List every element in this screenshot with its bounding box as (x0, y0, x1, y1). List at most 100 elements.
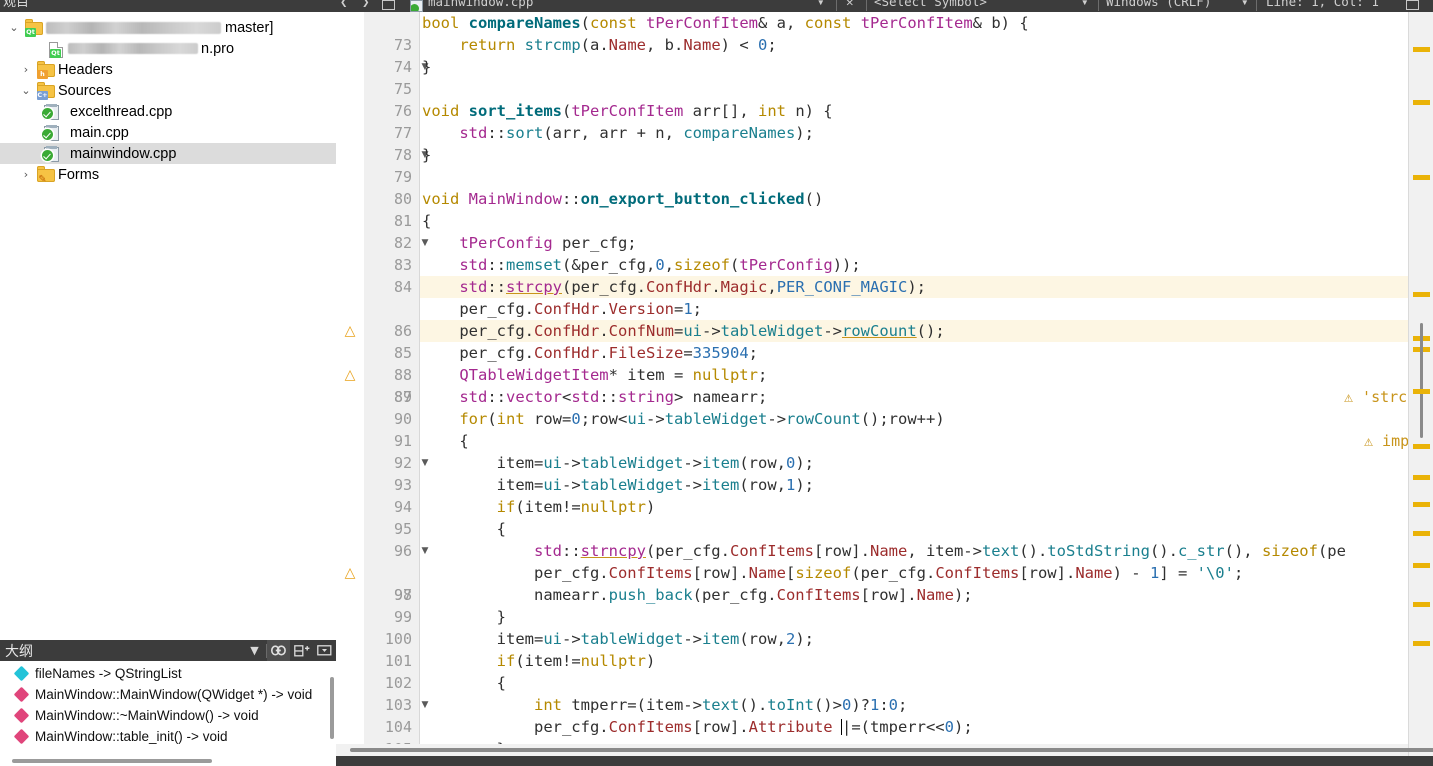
code-text: if(item!=nullptr) (496, 652, 656, 670)
code-line[interactable]: 102 ▼ if(item!=nullptr) (336, 650, 1433, 710)
code-line-warning[interactable]: △ 87 per_cfg.ConfHdr.ConfNum=ui->tableWi… (336, 320, 1433, 450)
code-line[interactable]: 96 { (336, 518, 1433, 560)
split-editor-button[interactable] (382, 0, 395, 10)
code-line[interactable]: 99 namearr.push_back(per_cfg.ConfItems[r… (336, 584, 1433, 626)
maximize-editor-button[interactable] (1406, 0, 1419, 10)
editor-overview-scrollbar[interactable] (1408, 12, 1433, 766)
outline-hscroll-track[interactable] (0, 755, 336, 766)
line-ending-dropdown-icon[interactable]: ▾ (1241, 0, 1249, 9)
code-line[interactable]: 104 int tmperr=(item->text().toInt()>0)?… (336, 694, 1433, 736)
code-line[interactable]: 73 ▼ bool compareNames(const tPerConfIte… (336, 12, 1433, 72)
tree-row-pro-file[interactable]: › Qt n.pro (0, 38, 336, 59)
project-tree[interactable]: ⌄ Qt master] › Qt n.pro › h (0, 12, 336, 640)
code-text: item=ui->tableWidget->item(row,2); (496, 630, 815, 648)
link-icon[interactable] (267, 640, 290, 661)
outline-vertical-scrollbar[interactable] (330, 677, 334, 739)
overview-warning-marker[interactable] (1413, 641, 1430, 646)
open-document-name[interactable]: mainwindow.cpp (428, 0, 533, 9)
outline-item-label: MainWindow::~MainWindow() -> void (35, 708, 259, 723)
code-text: per_cfg.ConfHdr.ConfNum=ui->tableWidget-… (459, 322, 945, 340)
code-text: per_cfg.ConfHdr.FileSize=335904; (459, 344, 758, 362)
outline-item[interactable]: fileNames -> QStringList (0, 663, 336, 684)
tree-row-main-cpp[interactable]: main.cpp (0, 122, 336, 143)
overview-warning-marker[interactable] (1413, 389, 1430, 394)
line-ending-selector[interactable]: Windows (CRLF) (1106, 0, 1211, 9)
code-line[interactable]: 93 item=ui->tableWidget->item(row,0); (336, 452, 1433, 494)
code-line[interactable]: 79 } (336, 144, 1433, 186)
no-chevron-icon: › (26, 43, 46, 54)
sync-selection-icon[interactable] (290, 640, 313, 661)
code-editor[interactable]: 73 ▼ bool compareNames(const tPerConfIte… (336, 12, 1433, 766)
code-line[interactable]: 103 { (336, 672, 1433, 714)
overview-warning-marker[interactable] (1413, 531, 1430, 536)
overview-warning-marker[interactable] (1413, 47, 1430, 52)
outline-list[interactable]: fileNames -> QStringList MainWindow::Mai… (0, 661, 336, 766)
code-line[interactable]: 95 ▼ if(item!=nullptr) (336, 496, 1433, 556)
outline-dropdown-icon[interactable]: ▼ (243, 640, 266, 661)
code-line[interactable]: 91 ▼ for(int row=0;row<ui->tableWidget->… (336, 408, 1433, 468)
outline-item[interactable]: MainWindow::table_init() -> void (0, 726, 336, 747)
code-line[interactable]: 76 (336, 78, 1433, 120)
tree-row-headers[interactable]: › h Headers (0, 59, 336, 80)
code-line[interactable]: 77 ▼ void sort_items(tPerConfItem arr[],… (336, 100, 1433, 160)
code-text: int tmperr=(item->text().toInt()>0)?1:0; (533, 696, 908, 714)
code-line[interactable]: 74 return strcmp(a.Name, b.Name) < 0; (336, 34, 1433, 76)
outline-item[interactable]: MainWindow::MainWindow(QWidget *) -> voi… (0, 684, 336, 705)
nav-back-icon[interactable]: ❮ (340, 0, 348, 9)
code-line[interactable]: 84 std::memset(&per_cfg,0,sizeof(tPerCon… (336, 254, 1433, 296)
code-line[interactable]: 92 { (336, 430, 1433, 472)
overview-warning-marker[interactable] (1413, 602, 1430, 607)
code-line-warning[interactable]: △ 85 std::strcpy(per_cfg.ConfHdr.Magic,P… (336, 276, 1433, 406)
tree-row-sources[interactable]: ⌄ C+ Sources (0, 80, 336, 101)
outline-item[interactable]: MainWindow::~MainWindow() -> void (0, 705, 336, 726)
panel-menu-icon[interactable] (313, 640, 336, 661)
code-line[interactable]: 82 { (336, 210, 1433, 252)
nav-forward-icon[interactable]: ❯ (362, 0, 370, 9)
code-line[interactable]: 101 item=ui->tableWidget->item(row,2); (336, 628, 1433, 670)
tree-row-forms[interactable]: › ✎ Forms (0, 164, 336, 185)
overview-warning-marker[interactable] (1413, 563, 1430, 568)
code-line[interactable]: 80 (336, 166, 1433, 208)
code-line[interactable]: 89 QTableWidgetItem* item = nullptr; (336, 364, 1433, 406)
overview-warning-marker[interactable] (1413, 444, 1430, 449)
editor-horizontal-scrollbar[interactable] (350, 748, 1433, 752)
code-lines[interactable]: 73 ▼ bool compareNames(const tPerConfIte… (336, 12, 1433, 766)
overview-warning-marker[interactable] (1413, 502, 1430, 507)
code-text: std::vector<std::string> namearr; (459, 388, 768, 406)
tree-row-excelthread-cpp[interactable]: excelthread.cpp (0, 101, 336, 122)
chevron-right-icon[interactable]: › (16, 169, 36, 180)
overview-warning-marker[interactable] (1413, 292, 1430, 297)
code-line[interactable]: 86 per_cfg.ConfHdr.Version=1; (336, 298, 1433, 340)
code-line-warning[interactable]: △ 97 std::strncpy(per_cfg.ConfItems[row]… (336, 540, 1433, 604)
outline-horizontal-scrollbar[interactable] (12, 759, 212, 763)
code-text: std::strncpy(per_cfg.ConfItems[row].Name… (533, 542, 1346, 560)
projects-panel-toolbar[interactable]: 观目 (0, 0, 336, 12)
document-dropdown-icon[interactable]: ▾ (817, 0, 825, 9)
tree-row-project-root[interactable]: ⌄ Qt master] (0, 17, 336, 38)
code-line[interactable]: 81 ▼ void MainWindow::on_export_button_c… (336, 188, 1433, 248)
overview-warning-marker[interactable] (1413, 100, 1430, 105)
chevron-right-icon[interactable]: › (16, 64, 36, 75)
code-line[interactable]: 75 } (336, 56, 1433, 98)
symbol-dropdown-icon[interactable]: ▾ (1081, 0, 1089, 9)
code-line[interactable]: 88 per_cfg.ConfHdr.FileSize=335904; (336, 342, 1433, 384)
overview-warning-marker[interactable] (1413, 475, 1430, 480)
chevron-down-icon[interactable]: ⌄ (4, 22, 24, 33)
code-line[interactable]: 98 per_cfg.ConfItems[row].Name[sizeof(pe… (336, 562, 1433, 604)
editor-toolbar[interactable]: ❮ ❯ mainwindow.cpp ▾ ✕ <Select Symbol> ▾… (336, 0, 1433, 12)
outline-item-label: fileNames -> QStringList (35, 666, 182, 681)
scrollbar-thumb[interactable] (1420, 323, 1423, 438)
code-line[interactable]: 105 per_cfg.ConfItems[row].Attribute |=(… (336, 716, 1433, 758)
code-line[interactable]: 94 item=ui->tableWidget->item(row,1); (336, 474, 1433, 516)
tree-row-mainwindow-cpp[interactable]: mainwindow.cpp (0, 143, 336, 164)
cursor-position-indicator[interactable]: Line: 1, Col: 1 (1266, 0, 1379, 9)
chevron-down-icon[interactable]: ⌄ (16, 85, 36, 96)
symbol-selector[interactable]: <Select Symbol> (874, 0, 987, 9)
overview-warning-marker[interactable] (1413, 175, 1430, 180)
code-line[interactable]: 90 std::vector<std::string> namearr; (336, 386, 1433, 428)
close-document-icon[interactable]: ✕ (846, 0, 854, 9)
code-line[interactable]: 100 } (336, 606, 1433, 648)
cpp-file-icon (42, 124, 64, 142)
code-line[interactable]: 83 tPerConfig per_cfg; (336, 232, 1433, 274)
code-line[interactable]: 78 std::sort(arr, arr + n, compareNames)… (336, 122, 1433, 164)
